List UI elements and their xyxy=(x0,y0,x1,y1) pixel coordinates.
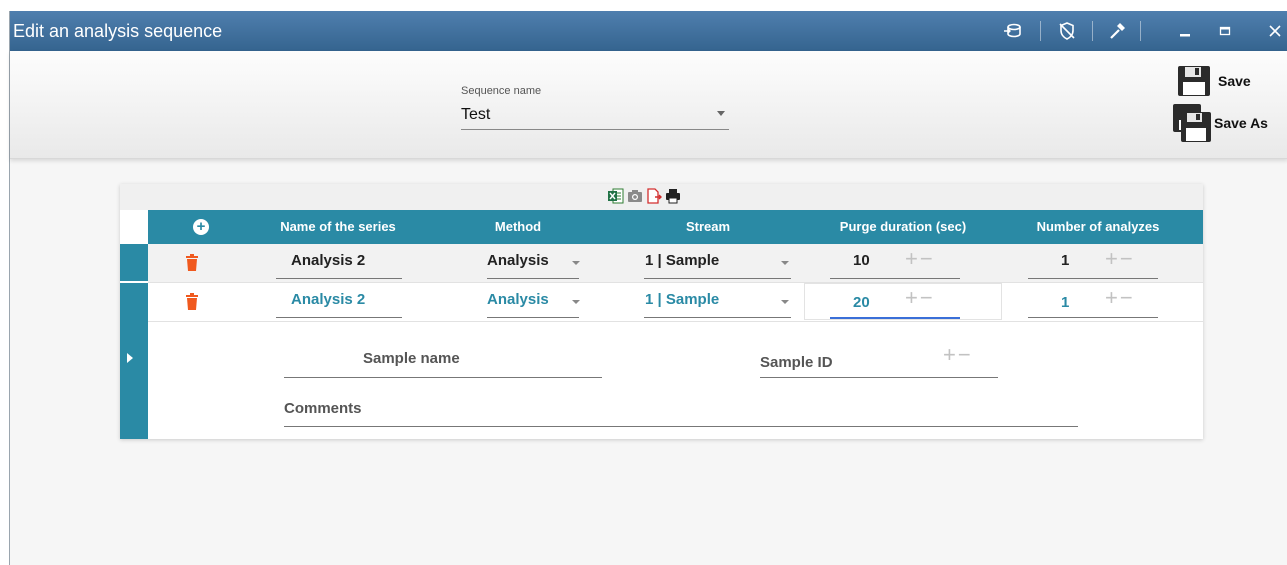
floppy-stack-icon xyxy=(1173,104,1211,142)
excel-icon[interactable] xyxy=(608,188,624,204)
expand-arrow-icon xyxy=(127,353,133,363)
chevron-down-icon xyxy=(717,111,725,116)
analyzes-stepper[interactable]: +− xyxy=(1105,246,1135,272)
sequence-name-value: Test xyxy=(461,106,491,123)
save-button[interactable]: Save xyxy=(1176,65,1251,97)
method-dropdown[interactable]: Analysis xyxy=(487,291,549,308)
column-header: Number of analyzes xyxy=(1036,219,1160,234)
purge-cell-focus xyxy=(804,283,1002,320)
field-underline xyxy=(1028,317,1158,318)
purge-stepper[interactable]: +− xyxy=(905,246,935,272)
camera-icon[interactable] xyxy=(627,188,643,204)
series-panel: + Name of the series Method Stream Purge… xyxy=(120,184,1203,439)
column-header: Name of the series xyxy=(280,219,396,234)
column-header: Stream xyxy=(685,219,731,234)
series-name[interactable]: Analysis 2 xyxy=(291,252,365,269)
purge-stepper[interactable]: +− xyxy=(905,285,935,311)
print-icon[interactable] xyxy=(665,188,681,204)
sample-id-input[interactable] xyxy=(760,377,998,378)
method-dropdown[interactable]: Analysis xyxy=(487,252,549,269)
delete-icon[interactable] xyxy=(186,293,198,310)
title-bar: Edit an analysis sequence xyxy=(10,11,1287,51)
window-title: Edit an analysis sequence xyxy=(13,21,223,41)
row-indicator xyxy=(120,244,148,281)
stream-dropdown[interactable]: 1 | Sample xyxy=(645,291,719,308)
series-name[interactable]: Analysis 2 xyxy=(291,291,365,308)
title-separator xyxy=(1092,21,1093,41)
field-underline xyxy=(487,278,579,279)
table-header: + Name of the series Method Stream Purge… xyxy=(148,210,1203,244)
db-icon[interactable] xyxy=(1000,11,1026,51)
sample-name-input[interactable] xyxy=(284,377,602,378)
comments-input[interactable] xyxy=(284,426,1078,427)
save-as-label: Save As xyxy=(1214,115,1268,131)
sample-name-label: Sample name xyxy=(363,350,460,367)
hammer-icon[interactable] xyxy=(1104,11,1130,51)
row-expander[interactable] xyxy=(120,283,148,439)
edit-sequence-window: Edit an analysis sequence Sequence name … xyxy=(9,11,1287,565)
save-label: Save xyxy=(1218,73,1251,89)
add-series-button[interactable]: + xyxy=(193,219,209,235)
field-underline xyxy=(1028,278,1158,279)
save-as-button[interactable]: Save As xyxy=(1172,103,1268,143)
delete-icon[interactable] xyxy=(186,254,198,271)
purge-duration-value[interactable]: 10 xyxy=(853,252,870,269)
sequence-name-label: Sequence name xyxy=(461,85,542,97)
sample-id-stepper[interactable]: +− xyxy=(943,342,973,368)
stream-dropdown[interactable]: 1 | Sample xyxy=(645,252,719,269)
pdf-export-icon[interactable] xyxy=(646,188,662,204)
analyzes-count-value[interactable]: 1 xyxy=(1061,252,1069,269)
field-underline xyxy=(276,278,402,279)
analyzes-count-value[interactable]: 1 xyxy=(1061,294,1069,311)
column-header: Method xyxy=(494,219,542,234)
close-icon[interactable] xyxy=(1264,11,1286,51)
row-details: Sample name Sample ID +− Comments xyxy=(148,322,1203,439)
sequence-header: Sequence name Test Save Save As xyxy=(10,51,1287,159)
analyzes-stepper[interactable]: +− xyxy=(1105,285,1135,311)
chevron-down-icon xyxy=(572,261,580,265)
maximize-icon[interactable] xyxy=(1214,11,1236,51)
column-header: Purge duration (sec) xyxy=(839,219,967,234)
shield-icon[interactable] xyxy=(1054,11,1080,51)
floppy-icon xyxy=(1178,66,1210,96)
field-underline-active xyxy=(830,317,960,319)
field-underline xyxy=(276,317,402,318)
chevron-down-icon xyxy=(781,300,789,304)
title-separator xyxy=(1040,21,1041,41)
field-underline xyxy=(830,278,960,279)
sequence-name-dropdown[interactable]: Test xyxy=(461,103,729,130)
export-toolbar xyxy=(120,184,1203,210)
table-row[interactable]: Analysis 2 Analysis 1 | Sample 20 +− 1 +… xyxy=(148,283,1203,322)
field-underline xyxy=(644,317,791,318)
title-separator xyxy=(1140,21,1141,41)
field-underline xyxy=(487,317,579,318)
sample-id-label: Sample ID xyxy=(760,354,833,371)
chevron-down-icon xyxy=(781,261,789,265)
field-underline xyxy=(644,278,791,279)
chevron-down-icon xyxy=(572,300,580,304)
comments-label: Comments xyxy=(284,400,362,417)
minimize-icon[interactable] xyxy=(1174,11,1196,51)
purge-duration-value[interactable]: 20 xyxy=(853,294,870,311)
table-row[interactable]: Analysis 2 Analysis 1 | Sample 10 +− 1 +… xyxy=(148,244,1203,283)
